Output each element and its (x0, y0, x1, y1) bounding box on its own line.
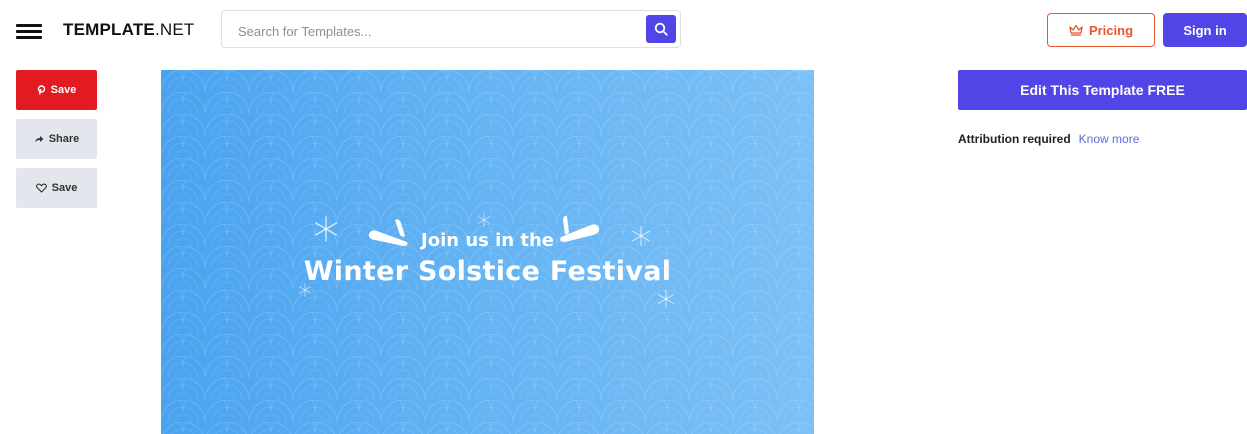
favorite-save-label: Save (51, 182, 78, 194)
preview-heading: Winter Solstice Festival (303, 256, 672, 287)
top-header: TEMPLATE.NET Pricing Sign in (0, 0, 1247, 62)
heart-icon (35, 183, 47, 193)
share-label: Share (48, 133, 80, 145)
share-arrow-icon (34, 135, 44, 143)
sign-in-label: Sign in (1183, 22, 1227, 38)
pinterest-save-label: Save (50, 84, 77, 96)
pinterest-save-button[interactable]: Save (16, 70, 97, 110)
menu-icon[interactable] (16, 24, 42, 39)
preview-subheading: Join us in the (421, 230, 554, 251)
edit-template-button[interactable]: Edit This Template FREE (958, 70, 1247, 110)
search-icon (654, 22, 668, 36)
snowflake-icon (657, 289, 675, 309)
wave-pattern-background (161, 70, 814, 434)
pricing-button[interactable]: Pricing (1047, 13, 1155, 47)
pinterest-icon (37, 85, 46, 95)
favorite-save-button[interactable]: Save (16, 168, 97, 208)
edit-template-label: Edit This Template FREE (1020, 82, 1185, 98)
know-more-link[interactable]: Know more (1079, 132, 1140, 146)
logo-bold-text: TEMPLATE (63, 20, 155, 39)
search-input[interactable] (236, 20, 640, 42)
sign-in-button[interactable]: Sign in (1163, 13, 1247, 47)
search-button[interactable] (646, 15, 676, 43)
crown-icon (1069, 24, 1083, 36)
site-logo[interactable]: TEMPLATE.NET (63, 20, 194, 40)
search-bar (221, 10, 681, 48)
attribution-note: Attribution required Know more (958, 132, 1139, 146)
share-button[interactable]: Share (16, 119, 97, 159)
template-preview[interactable]: Join us in the Winter Solstice Festival (161, 70, 814, 434)
logo-light-text: .NET (154, 20, 195, 39)
snowflake-icon (478, 213, 490, 227)
pricing-label: Pricing (1088, 22, 1134, 38)
attribution-label: Attribution required (958, 132, 1071, 146)
